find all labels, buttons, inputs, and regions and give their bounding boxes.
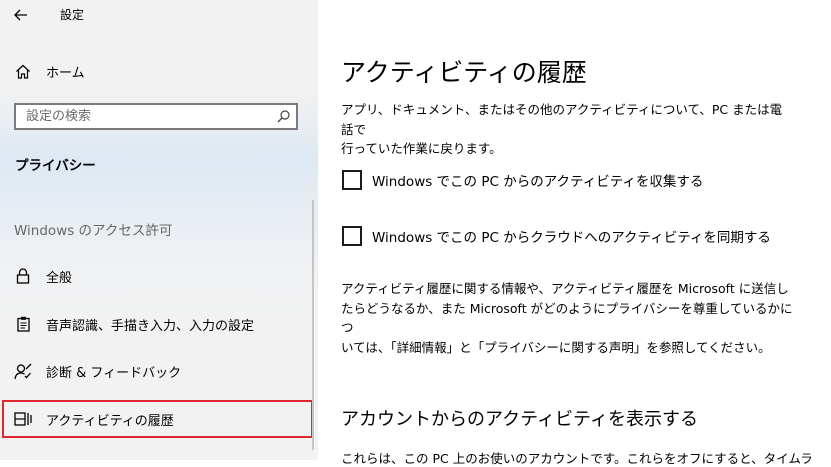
description-line: アプリ、ドキュメント、またはその他のアクティビティについて、PC または電話で [341,102,783,137]
person-feedback-icon [0,363,46,380]
sidebar-item-label: 全般 [46,270,73,286]
sync-activity-checkbox[interactable] [342,226,362,246]
search-input[interactable] [16,108,270,125]
sidebar-item-diagnostics[interactable]: 診断 & フィードバック [0,351,318,391]
back-button[interactable] [4,0,38,30]
collect-activity-checkbox[interactable] [342,170,362,190]
checkbox-collect-activity[interactable]: Windows でこの PC からのアクティビティを収集する [342,170,703,190]
checkbox-sync-activity[interactable]: Windows でこの PC からクラウドへのアクティビティを同期する [342,226,771,246]
sidebar-scrollbar[interactable] [312,200,314,450]
group-header: Windows のアクセス許可 [14,223,173,239]
info-line: いては、「詳細情報」と「プライバシーに関する声明」を参照してください。 [341,339,771,355]
app-title: 設定 [60,8,85,22]
sidebar-item-speech[interactable]: 音声認識、手描き入力、入力の設定 [0,304,318,344]
clipboard-icon [0,316,46,332]
info-line: たらどうなるか、また Microsoft がどのようにプライバシーを尊重している… [341,300,793,336]
info-line: アクティビティ履歴に関する情報や、アクティビティ履歴を Microsoft に送… [341,281,789,296]
account-section-text: これらは、この PC 上のお使いのアカウントです。これらをオフにすると、タイムラ [341,451,813,466]
selection-highlight [2,400,313,438]
lock-icon [0,268,46,284]
search-icon[interactable] [270,110,296,123]
description-line: 行っていた作業に戻ります。 [341,141,502,156]
page-title: アクティビティの履歴 [341,58,587,87]
sidebar-item-label: ホーム [46,65,85,81]
checkbox-label: Windows でこの PC からクラウドへのアクティビティを同期する [372,230,771,246]
search-box[interactable] [14,103,298,130]
info-text: アクティビティ履歴に関する情報や、アクティビティ履歴を Microsoft に送… [341,279,801,357]
main-content: アクティビティの履歴 アプリ、ドキュメント、またはその他のアクティビティについて… [318,0,831,466]
section-title: プライバシー [15,158,96,174]
sidebar-item-general[interactable]: 全般 [0,256,318,296]
back-arrow-icon [14,6,28,25]
sidebar: 設定 ホーム プライバシー Windows のアクセス許可 全般 音声認識、手描… [0,0,318,460]
sidebar-item-label: 音声認識、手描き入力、入力の設定 [46,318,255,334]
home-icon [0,64,46,79]
account-section-title: アカウントからのアクティビティを表示する [341,409,698,430]
title-bar: 設定 [0,0,318,30]
description: アプリ、ドキュメント、またはその他のアクティビティについて、PC または電話で … [341,100,791,159]
checkbox-label: Windows でこの PC からのアクティビティを収集する [372,174,704,190]
sidebar-item-label: 診断 & フィードバック [46,365,182,381]
sidebar-item-home[interactable]: ホーム [0,51,318,91]
